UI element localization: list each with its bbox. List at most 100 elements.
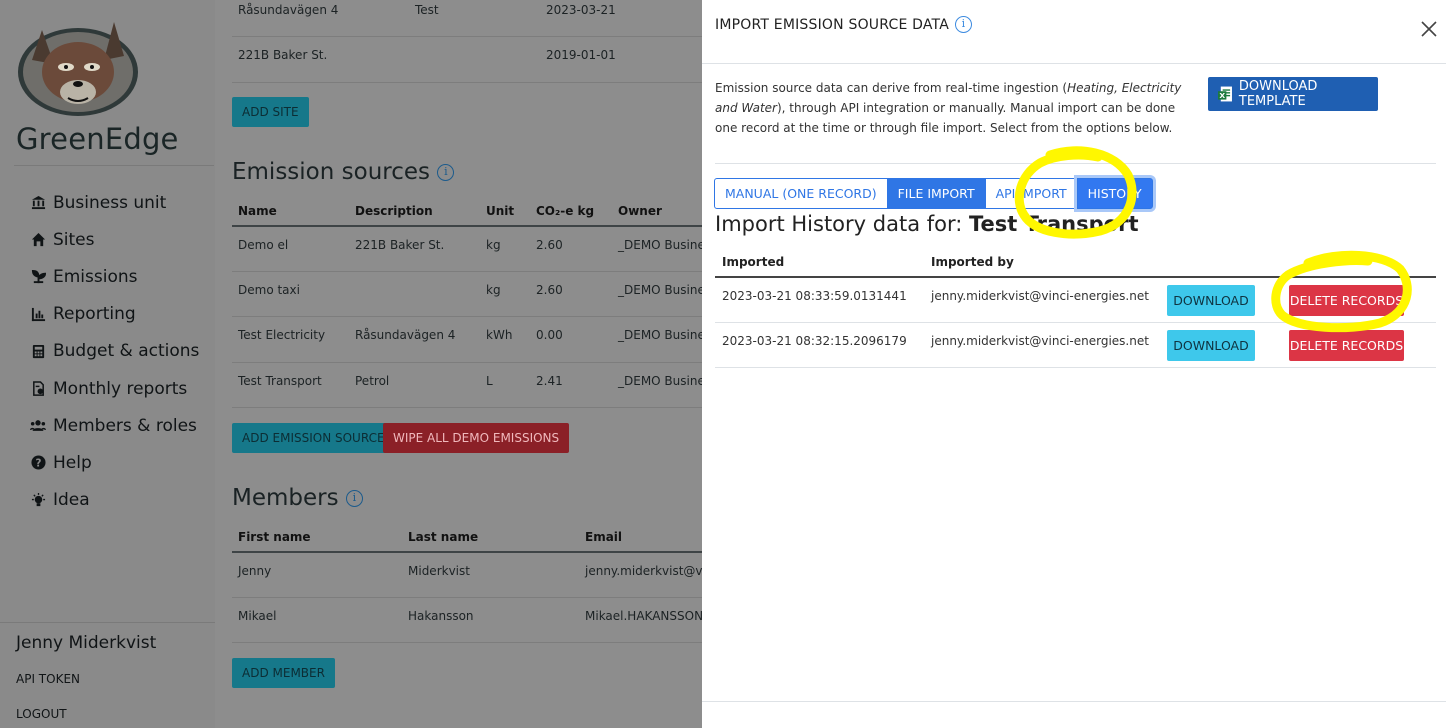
header-divider <box>715 276 1436 278</box>
source-co2: 2.60 <box>536 238 563 252</box>
info-icon[interactable]: i <box>437 164 455 181</box>
bank-icon <box>30 195 46 211</box>
site-date: 2019-01-01 <box>546 48 616 62</box>
member-first-name: Jenny <box>238 564 272 578</box>
site-name: Test <box>415 3 439 17</box>
member-last-name: Miderkvist <box>408 564 470 578</box>
col-header-first-name: First name <box>238 530 311 544</box>
info-icon[interactable]: i <box>345 490 363 507</box>
api-token-link[interactable]: API TOKEN <box>16 672 80 686</box>
nav-label: Business unit <box>53 192 167 213</box>
nav-sites[interactable]: Sites <box>30 221 199 258</box>
tab-file-import[interactable]: FILE IMPORT <box>886 178 986 209</box>
user-name: Jenny Miderkvist <box>16 633 157 653</box>
download-button[interactable]: DOWNLOAD <box>1167 330 1255 361</box>
source-co2: 2.41 <box>536 374 563 388</box>
imported-by-email: jenny.miderkvist@vinci-energies.net <box>931 289 1149 303</box>
col-header-co2: CO₂-e kg <box>536 204 595 218</box>
nav-label: Members & roles <box>53 415 197 436</box>
tab-api-import[interactable]: API IMPORT <box>984 178 1078 209</box>
row-divider <box>232 36 702 37</box>
nav-reporting[interactable]: Reporting <box>30 296 199 333</box>
divider <box>0 622 215 623</box>
history-source-name: Test Transport <box>969 212 1139 236</box>
source-unit: L <box>486 374 493 388</box>
header-divider <box>232 551 702 553</box>
emission-sources-title: Emission sources i <box>232 159 455 185</box>
site-address: Råsundavägen 4 <box>238 3 339 17</box>
tab-history[interactable]: HISTORY <box>1076 178 1153 209</box>
delete-records-button[interactable]: DELETE RECORDS <box>1289 285 1404 316</box>
add-emission-source-button[interactable]: ADD EMISSION SOURCE <box>232 423 395 453</box>
col-header-imported: Imported <box>722 255 785 269</box>
file-report-icon <box>30 381 46 397</box>
delete-records-button[interactable]: DELETE RECORDS <box>1289 330 1404 361</box>
tab-manual[interactable]: MANUAL (ONE RECORD) <box>714 178 888 209</box>
add-member-button[interactable]: ADD MEMBER <box>232 658 335 688</box>
close-icon[interactable] <box>1420 20 1438 38</box>
source-unit: kg <box>486 283 501 297</box>
main-content: Råsundavägen 4 Test 2023-03-21 221B Bake… <box>215 0 702 728</box>
row-divider <box>715 322 1436 323</box>
col-header-last-name: Last name <box>408 530 479 544</box>
row-divider <box>232 271 702 272</box>
col-header-name: Name <box>238 204 277 218</box>
member-first-name: Mikael <box>238 609 277 623</box>
logout-link[interactable]: LOGOUT <box>16 707 67 721</box>
member-email: jenny.miderkvist@vinci <box>585 564 702 578</box>
nav-label: Help <box>53 452 92 473</box>
source-owner: _DEMO Busines <box>618 374 702 388</box>
nav-idea[interactable]: Idea <box>30 482 199 519</box>
row-divider <box>232 407 702 408</box>
nav-label: Sites <box>53 229 95 250</box>
source-unit: kWh <box>486 328 513 342</box>
source-co2: 0.00 <box>536 328 563 342</box>
col-header-unit: Unit <box>486 204 515 218</box>
divider <box>702 63 1446 64</box>
add-site-button[interactable]: ADD SITE <box>232 97 309 127</box>
download-button[interactable]: DOWNLOAD <box>1167 285 1255 316</box>
col-header-description: Description <box>355 204 433 218</box>
nav-members-roles[interactable]: Members & roles <box>30 407 199 444</box>
wipe-demo-emissions-button[interactable]: WIPE ALL DEMO EMISSIONS <box>383 423 570 453</box>
row-divider <box>232 597 702 598</box>
lightbulb-icon <box>30 492 46 508</box>
site-date: 2023-03-21 <box>546 3 616 17</box>
home-icon <box>30 232 46 248</box>
section-title-text: Members <box>232 485 339 511</box>
nav-label: Budget & actions <box>53 341 200 362</box>
section-title-text: Emission sources <box>232 159 431 185</box>
brand-name: GreenEdge <box>16 122 179 156</box>
source-co2: 2.60 <box>536 283 563 297</box>
source-description: Petrol <box>355 374 390 388</box>
row-divider <box>232 642 702 643</box>
source-owner: _DEMO Busines <box>618 238 702 252</box>
history-title: Import History data for: Test Transport <box>715 212 1138 236</box>
member-last-name: Hakansson <box>408 609 474 623</box>
source-unit: kg <box>486 238 501 252</box>
import-description: Emission source data can derive from rea… <box>715 78 1185 138</box>
imported-timestamp: 2023-03-21 08:32:15.2096179 <box>722 334 907 348</box>
bar-chart-icon <box>30 306 46 322</box>
col-header-owner: Owner <box>618 204 662 218</box>
nav-monthly-reports[interactable]: Monthly reports <box>30 370 199 407</box>
info-icon[interactable]: i <box>955 16 973 33</box>
desc-part: Emission source data can derive from rea… <box>715 81 1068 95</box>
svg-text:?: ? <box>35 458 41 470</box>
download-template-button[interactable]: X DOWNLOAD TEMPLATE <box>1208 77 1378 111</box>
modal-title-text: IMPORT EMISSION SOURCE DATA <box>715 16 950 33</box>
fox-logo <box>18 22 138 116</box>
members-title: Members i <box>232 485 363 511</box>
source-name: Demo taxi <box>238 283 300 297</box>
sidebar: GreenEdge Business unit Sites Emissions … <box>0 0 215 728</box>
nav-business-unit[interactable]: Business unit <box>30 184 199 221</box>
imported-timestamp: 2023-03-21 08:33:59.0131441 <box>722 289 907 303</box>
nav-help[interactable]: ? Help <box>30 444 199 481</box>
nav-budget-actions[interactable]: Budget & actions <box>30 333 199 370</box>
svg-text:X: X <box>1219 91 1225 100</box>
modal-title: IMPORT EMISSION SOURCE DATA i <box>715 16 973 33</box>
nav-label: Emissions <box>53 266 138 287</box>
seedling-icon <box>30 269 46 285</box>
nav-emissions[interactable]: Emissions <box>30 258 199 295</box>
question-circle-icon: ? <box>30 455 46 471</box>
